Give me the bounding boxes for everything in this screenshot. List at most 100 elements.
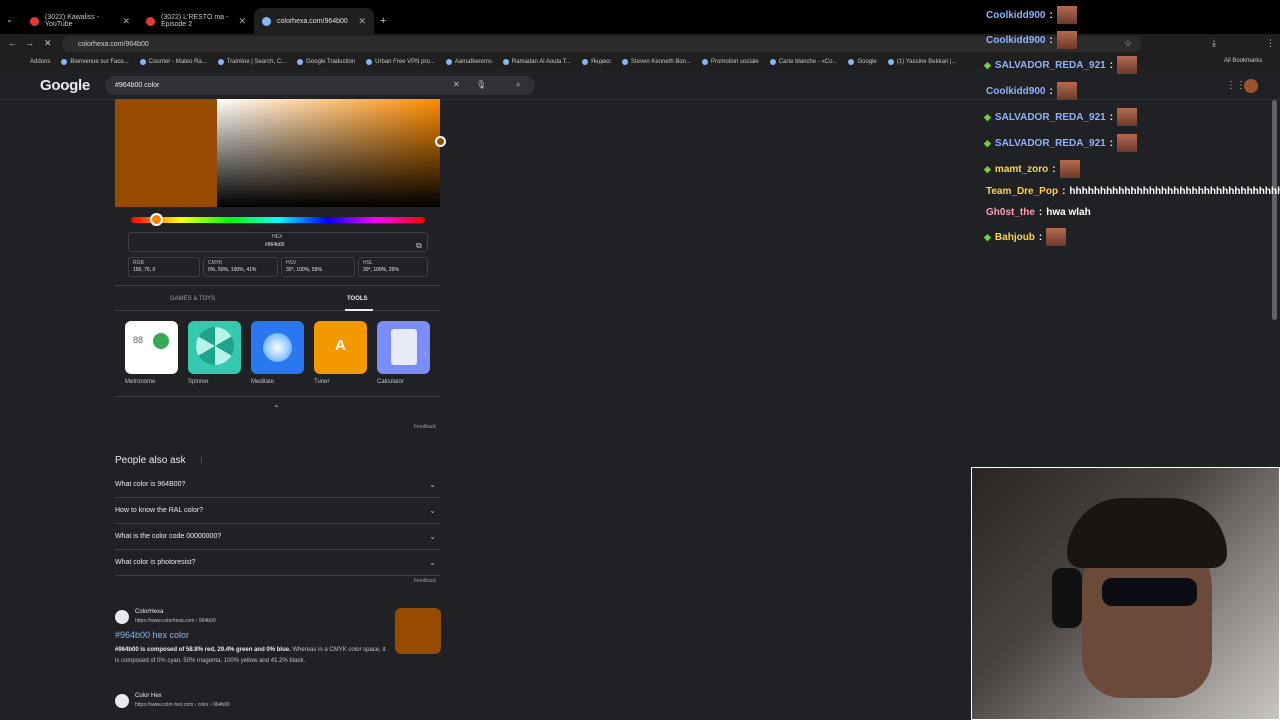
collapse-icon[interactable]: ⌃ bbox=[273, 404, 280, 413]
tuner-tile[interactable]: A bbox=[314, 321, 367, 374]
chat-username: SALVADOR_REDA_921 bbox=[994, 111, 1106, 123]
bookmark[interactable]: Steven Kenneth Bon... bbox=[622, 59, 691, 65]
divider bbox=[115, 396, 440, 397]
feedback-link[interactable]: Feedback bbox=[414, 578, 436, 584]
hue-slider-handle[interactable] bbox=[150, 213, 163, 226]
site-icon bbox=[262, 16, 271, 26]
tools-tabs bbox=[115, 285, 440, 311]
paa-question[interactable]: How to know the RAL color? ⌄ bbox=[115, 498, 440, 524]
new-tab-icon[interactable]: + bbox=[380, 15, 386, 27]
tab-search-icon[interactable]: ⌄ bbox=[6, 15, 13, 24]
avatar[interactable] bbox=[1244, 79, 1258, 93]
tab-games-toys[interactable]: GAMES & TOYS bbox=[170, 296, 215, 302]
hex-value[interactable]: #964b00 bbox=[265, 242, 284, 248]
bookmark[interactable]: Ramadan Al Aoula T... bbox=[502, 59, 571, 65]
search-icon[interactable]: ⌕ bbox=[516, 80, 520, 90]
result-url[interactable]: https://www.color-hex.com › color › 964b… bbox=[135, 702, 230, 708]
saturation-brightness-picker[interactable] bbox=[217, 99, 440, 207]
close-tab-icon[interactable]: ✕ bbox=[358, 16, 366, 27]
tool-label: Spinner bbox=[188, 379, 209, 385]
hsv-label: HSV bbox=[286, 260, 297, 266]
result-title-link[interactable]: #964b00 hex color bbox=[115, 630, 189, 640]
chat-message: Coolkidd900: bbox=[986, 6, 1077, 24]
paa-question[interactable]: What is the color code 00000000? ⌄ bbox=[115, 524, 440, 550]
tab-title: (3022) L'RESTO ma - Episode 2 bbox=[161, 14, 229, 28]
apps-grid-icon[interactable]: ⋮⋮ bbox=[1226, 80, 1246, 91]
bookmark[interactable]: Courrier - Mateo Ra... bbox=[139, 59, 207, 65]
scroll-right-icon[interactable]: › bbox=[424, 348, 427, 358]
bookmark[interactable]: Promotion sociale bbox=[702, 59, 759, 65]
all-bookmarks[interactable]: All Bookmarks bbox=[1224, 58, 1262, 64]
result-thumbnail[interactable] bbox=[395, 608, 441, 654]
emote-icon bbox=[1056, 82, 1077, 100]
chat-username: SALVADOR_REDA_921 bbox=[994, 59, 1106, 71]
meditate-tile[interactable] bbox=[251, 321, 304, 374]
metronome-bpm: 88 bbox=[133, 335, 144, 345]
bookmark[interactable]: Addons bbox=[30, 59, 50, 65]
search-input[interactable]: #964b00 color bbox=[105, 76, 535, 95]
bookmark[interactable]: Urban Free VPN pro... bbox=[366, 59, 435, 65]
chat-username: Bahjoub bbox=[994, 231, 1035, 243]
bookmark[interactable]: Aamafkerems bbox=[445, 59, 492, 65]
chat-username: Coolkidd900 bbox=[986, 85, 1046, 97]
tab-title: (3022) Kawaliss - YouTube bbox=[45, 14, 100, 28]
forward-icon[interactable]: → bbox=[25, 38, 34, 48]
tuner-note: A bbox=[335, 337, 346, 354]
picker-handle[interactable] bbox=[435, 136, 446, 147]
feedback-link[interactable]: Feedback bbox=[414, 424, 436, 430]
spinner-tile[interactable] bbox=[188, 321, 241, 374]
webcam-feed bbox=[971, 467, 1280, 720]
paa-question[interactable]: What color is 964B00? ⌄ bbox=[115, 472, 440, 498]
site-favicon bbox=[115, 610, 129, 624]
result-site-name: Color Hex bbox=[135, 693, 162, 699]
bookmark[interactable]: (1) Yassine Bekkari |... bbox=[887, 59, 957, 65]
close-tab-icon[interactable]: ✕ bbox=[122, 16, 130, 27]
chat-message: ◆ SALVADOR_REDA_921: bbox=[984, 108, 1138, 126]
hsl-label: HSL bbox=[363, 260, 373, 266]
tab-tools[interactable]: TOOLS bbox=[347, 296, 368, 302]
emote-icon bbox=[1117, 56, 1138, 74]
download-icon[interactable]: ⤓ bbox=[1212, 38, 1216, 49]
calculator-tile[interactable] bbox=[377, 321, 430, 374]
close-tab-icon[interactable]: ✕ bbox=[238, 16, 246, 27]
bookmark[interactable]: Trainline | Search, C... bbox=[217, 59, 286, 65]
cmyk-label: CMYK bbox=[208, 260, 223, 266]
play-icon bbox=[153, 333, 169, 349]
chat-message: Coolkidd900: bbox=[986, 31, 1077, 49]
bookmark-star-icon[interactable]: ☆ bbox=[1124, 38, 1132, 49]
emote-icon bbox=[1056, 31, 1077, 49]
menu-icon[interactable]: ⋮ bbox=[1266, 38, 1275, 49]
copy-icon[interactable]: ⧉ bbox=[416, 241, 422, 251]
chevron-down-icon: ⌄ bbox=[429, 532, 436, 541]
chat-username: SALVADOR_REDA_921 bbox=[994, 137, 1106, 149]
tab-youtube-1[interactable]: (3022) Kawaliss - YouTube ✕ bbox=[22, 8, 138, 34]
address-bar[interactable]: colorhexa.com/964b00 bbox=[62, 36, 1142, 52]
tab-colorhexa[interactable]: colorhexa.com/964b00 ✕ bbox=[254, 8, 374, 34]
more-options-icon[interactable]: ⋮ bbox=[198, 456, 205, 464]
bookmark[interactable]: Bienvenue sur Face... bbox=[61, 59, 129, 65]
metronome-tile[interactable]: 88 bbox=[125, 321, 178, 374]
search-query: #964b00 color bbox=[115, 82, 160, 89]
hex-label: HEX bbox=[272, 234, 283, 240]
clear-search-icon[interactable]: ✕ bbox=[453, 80, 460, 89]
calculator-icon bbox=[391, 329, 417, 365]
chat-username: mamt_zoro bbox=[994, 163, 1049, 175]
headphones-icon bbox=[1052, 568, 1082, 628]
tab-youtube-2[interactable]: (3022) L'RESTO ma - Episode 2 ✕ bbox=[138, 8, 254, 34]
youtube-icon bbox=[30, 16, 39, 26]
bookmark[interactable]: Carte blanche - «Co... bbox=[769, 59, 837, 65]
emote-icon bbox=[1056, 6, 1077, 24]
result-url[interactable]: https://www.colorhexa.com › 964b00 bbox=[135, 618, 216, 624]
microphone-icon[interactable]: 🎙 bbox=[476, 80, 486, 89]
stop-loading-icon[interactable]: ✕ bbox=[44, 38, 52, 49]
bookmark[interactable]: Яндекс bbox=[581, 59, 611, 65]
rgb-value: 150, 75, 0 bbox=[133, 267, 156, 273]
bookmark[interactable]: Google Traduction bbox=[297, 59, 355, 65]
scrollbar[interactable] bbox=[1272, 100, 1277, 320]
bookmark[interactable]: Google bbox=[848, 59, 877, 65]
google-logo[interactable]: Google bbox=[40, 77, 90, 94]
hue-slider[interactable] bbox=[131, 217, 425, 223]
paa-question[interactable]: What color is photoresist? ⌄ bbox=[115, 550, 440, 576]
emote-icon bbox=[1059, 160, 1080, 178]
back-icon[interactable]: ← bbox=[8, 38, 17, 48]
